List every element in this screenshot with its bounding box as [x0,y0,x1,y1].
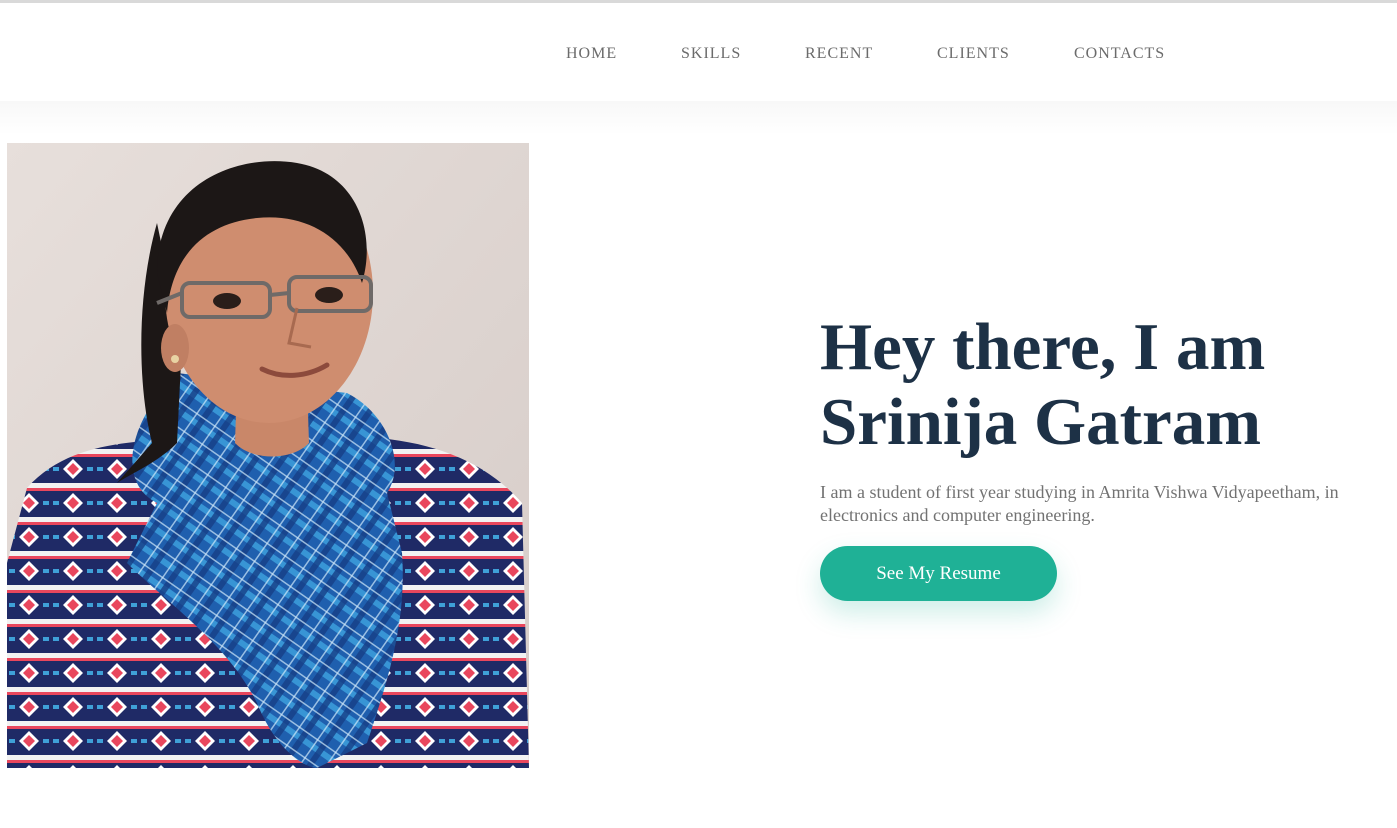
nav-clients-link[interactable]: CLIENTS [937,45,1010,63]
hero-title-line-1: Hey there, I am [820,310,1266,384]
nav-recent-link[interactable]: RECENT [805,45,873,63]
see-resume-button[interactable]: See My Resume [820,546,1057,601]
navbar-shadow [0,101,1397,135]
hero-title: Hey there, I am Srinija Gatram [820,310,1380,460]
hero-title-line-2: Srinija Gatram [820,385,1262,459]
hero-description: I am a student of first year studying in… [820,482,1339,525]
nav-contacts-link[interactable]: CONTACTS [1074,45,1165,63]
top-navbar: HOME SKILLS RECENT CLIENTS CONTACTS [0,3,1397,101]
nav-skills-link[interactable]: SKILLS [681,45,741,63]
nav-home-link[interactable]: HOME [566,45,617,63]
profile-photo [7,143,529,768]
